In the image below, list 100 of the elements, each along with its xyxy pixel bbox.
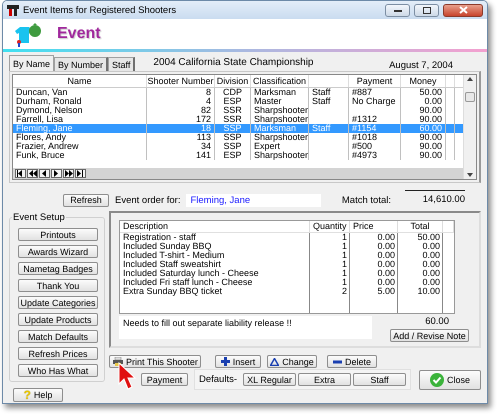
table-cell: Sharpshooter (251, 133, 309, 142)
setup-button[interactable]: Thank You (18, 279, 98, 292)
table-cell-text: Included Staff sweatshirt (122, 260, 222, 269)
table-cell: 113 (147, 133, 215, 142)
event-order-label: Event order for: (115, 194, 180, 206)
table-cell: 0.00 (401, 97, 446, 106)
table-cell-text: 1 (340, 251, 348, 260)
setup-button[interactable]: Match Defaults (18, 330, 98, 343)
table-cell: Staff (309, 124, 349, 133)
default-button[interactable]: Staff (353, 373, 406, 386)
column-header: Classification (251, 75, 309, 87)
setup-button[interactable]: Refresh Prices (18, 347, 98, 360)
table-cell-text: 1 (340, 242, 348, 251)
default-button[interactable]: Extra (298, 373, 351, 386)
table-cell: Duncan, Van (13, 88, 147, 97)
table-cell: SSR (215, 106, 251, 115)
table-cell: 8 (147, 88, 215, 97)
table-cell: SSP (215, 133, 251, 142)
table-cell: Fleming, Jane (13, 124, 147, 133)
setup-button[interactable]: Update Categories (18, 296, 98, 309)
table-cell: 90.00 (401, 142, 446, 151)
table-cell: 141 (147, 151, 215, 160)
table-cell: #1018 (349, 133, 401, 142)
match-total-value: 14,610.00 (405, 190, 465, 204)
column-header: Money (401, 75, 446, 87)
table-cell: 90.00 (401, 106, 446, 115)
table-cell-text: 10.00 (416, 287, 441, 296)
column-header: Description (120, 221, 310, 232)
event-name: 2004 California State Championship (153, 57, 314, 68)
payment-button[interactable]: Payment (140, 373, 188, 386)
defaults-label: Defaults- (198, 374, 237, 385)
column-header: Total (398, 221, 443, 232)
setup-button[interactable]: Who Has What (18, 364, 98, 377)
header-title: Event (57, 25, 101, 43)
table-cell: 34 (147, 142, 215, 151)
tab[interactable]: By Number (54, 57, 108, 71)
table-cell: 90.00 (401, 133, 446, 142)
table-cell-text: 0.00 (421, 260, 441, 269)
help-button[interactable]: ? Help (13, 388, 63, 402)
table-row[interactable]: Frazier, Andrew 34 SSP Expert #500 90.00 (13, 142, 463, 151)
table-cell-text: 0.00 (421, 251, 441, 260)
table-cell: Master (251, 97, 309, 106)
table-cell: ESP (215, 97, 251, 106)
match-total-label: Match total: (342, 194, 391, 206)
table-row[interactable]: Durham, Ronald 4 ESP Master Staff No Charge 0.00 (13, 97, 463, 106)
setup-button[interactable]: Awards Wizard (18, 245, 98, 258)
refresh-button[interactable]: Refresh (63, 194, 109, 206)
table-cell-text: 0.00 (376, 260, 396, 269)
table-cell: Marksman (251, 88, 309, 97)
event-date: August 7, 2004 (389, 60, 453, 71)
table-cell-text: Included Saturday lunch - Cheese (122, 269, 260, 278)
add-note-button[interactable]: Add / Revise Note (390, 329, 469, 342)
table-cell-text: 0.00 (421, 242, 441, 251)
table-row[interactable]: Dymond, Nelson 82 SSR Sharpshooter 90.00 (13, 106, 463, 115)
table-cell: SSP (215, 142, 251, 151)
table-cell-text: 1 (340, 269, 348, 278)
table-cell: Flores, Andy (13, 133, 147, 142)
table-cell: #500 (349, 142, 401, 151)
table-cell-text: 50.00 (416, 233, 441, 242)
table-cell-text: Included Sunday BBQ (122, 242, 213, 251)
close-button[interactable]: Close (419, 370, 481, 390)
table-cell: 60.00 (401, 124, 446, 133)
default-button[interactable]: XL Regular (243, 373, 296, 386)
table-cell-text: 1 (340, 233, 348, 242)
table-cell: 50.00 (401, 88, 446, 97)
delete-button[interactable]: Delete (326, 355, 377, 368)
print-button[interactable]: Print This Shooter (108, 355, 201, 368)
table-cell: #1154 (349, 124, 401, 133)
column-header: Quantity (310, 221, 350, 232)
note-field[interactable]: Needs to fill out separate liability release !! (118, 316, 372, 339)
setup-button[interactable]: Update Products (18, 313, 98, 326)
table-cell: Staff (309, 97, 349, 106)
table-cell: #4973 (349, 151, 401, 160)
table-cell-text: 0.00 (376, 233, 396, 242)
change-button[interactable]: Change (266, 355, 317, 368)
setup-button[interactable]: Nametag Badges (18, 262, 98, 275)
event-setup-title: Event Setup (12, 212, 66, 223)
table-cell: CDP (215, 88, 251, 97)
table-cell: ESP (215, 151, 251, 160)
tab[interactable]: By Name (9, 55, 54, 71)
setup-button[interactable]: Printouts (18, 228, 98, 241)
shooter-name-field: Fleming, Jane (186, 194, 322, 206)
table-row[interactable]: Flores, Andy 113 SSP Sharpshooter #1018 90.00 (13, 133, 463, 142)
table-cell-text: Extra Sunday BBQ ticket (122, 287, 224, 296)
table-cell-text: 2 (340, 287, 348, 296)
table-cell: #887 (349, 88, 401, 97)
table-row[interactable]: Duncan, Van 8 CDP Marksman Staff #887 50.00 (13, 88, 463, 97)
insert-button[interactable]: Insert (214, 355, 261, 368)
table-cell: Sharpshooter (251, 106, 309, 115)
column-header: Division (215, 75, 251, 87)
table-cell: Expert (251, 142, 309, 151)
table-cell-text: 0.00 (376, 269, 396, 278)
tab[interactable]: Staff (108, 57, 136, 71)
table-cell: Funk, Bruce (13, 151, 147, 160)
column-header: Price (350, 221, 398, 232)
order-total: 60.00 (425, 316, 449, 327)
table-cell: 4 (147, 97, 215, 106)
table-row[interactable]: Funk, Bruce 141 ESP Sharpshooter #4973 90.00 (13, 151, 463, 160)
table-cell: Dymond, Nelson (13, 106, 147, 115)
table-cell: Staff (309, 88, 349, 97)
